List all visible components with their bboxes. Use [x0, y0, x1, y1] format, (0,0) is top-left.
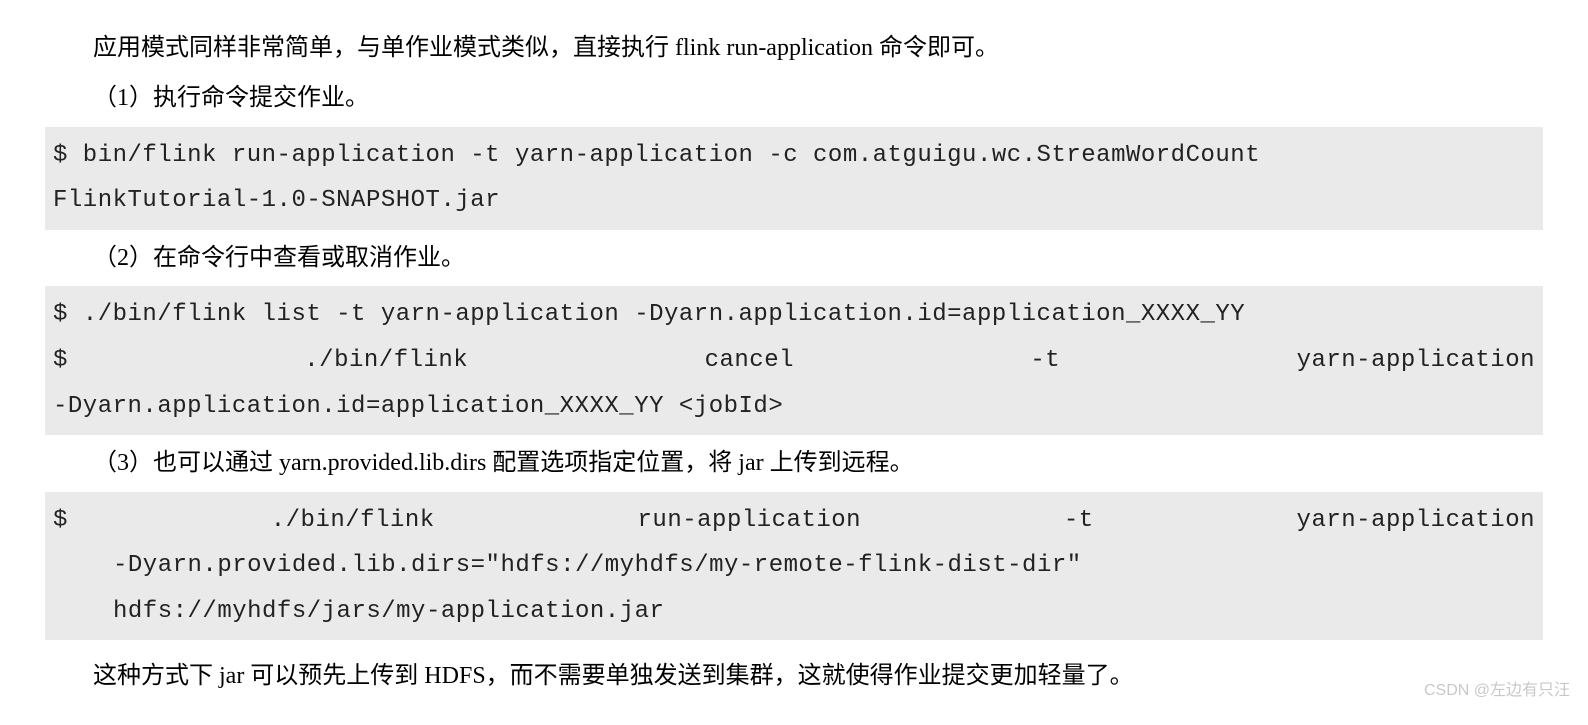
step-3-title: （3）也可以通过 yarn.provided.lib.dirs 配置选项指定位置… — [45, 441, 1543, 485]
code-block-2: $ ./bin/flink list -t yarn-application -… — [45, 286, 1543, 435]
code1-line2: FlinkTutorial-1.0-SNAPSHOT.jar — [53, 178, 1535, 224]
code3-line2: -Dyarn.provided.lib.dirs="hdfs://myhdfs/… — [53, 543, 1535, 589]
code-block-1: $ bin/flink run-application -t yarn-appl… — [45, 127, 1543, 230]
closing-paragraph: 这种方式下 jar 可以预先上传到 HDFS，而不需要单独发送到集群，这就使得作… — [45, 654, 1543, 698]
code2-line2: $ ./bin/flink cancel -t yarn-application — [53, 338, 1535, 384]
intro-paragraph: 应用模式同样非常简单，与单作业模式类似，直接执行 flink run-appli… — [45, 26, 1543, 70]
step-1-title: （1）执行命令提交作业。 — [45, 76, 1543, 120]
step-2-title: （2）在命令行中查看或取消作业。 — [45, 236, 1543, 280]
code3-line1: $ ./bin/flink run-application -t yarn-ap… — [53, 498, 1535, 544]
code-block-3: $ ./bin/flink run-application -t yarn-ap… — [45, 492, 1543, 641]
code3-line3: hdfs://myhdfs/jars/my-application.jar — [53, 589, 1535, 635]
code2-line1: $ ./bin/flink list -t yarn-application -… — [53, 292, 1535, 338]
code1-line1: $ bin/flink run-application -t yarn-appl… — [53, 133, 1535, 179]
code2-line3: -Dyarn.application.id=application_XXXX_Y… — [53, 384, 1535, 430]
